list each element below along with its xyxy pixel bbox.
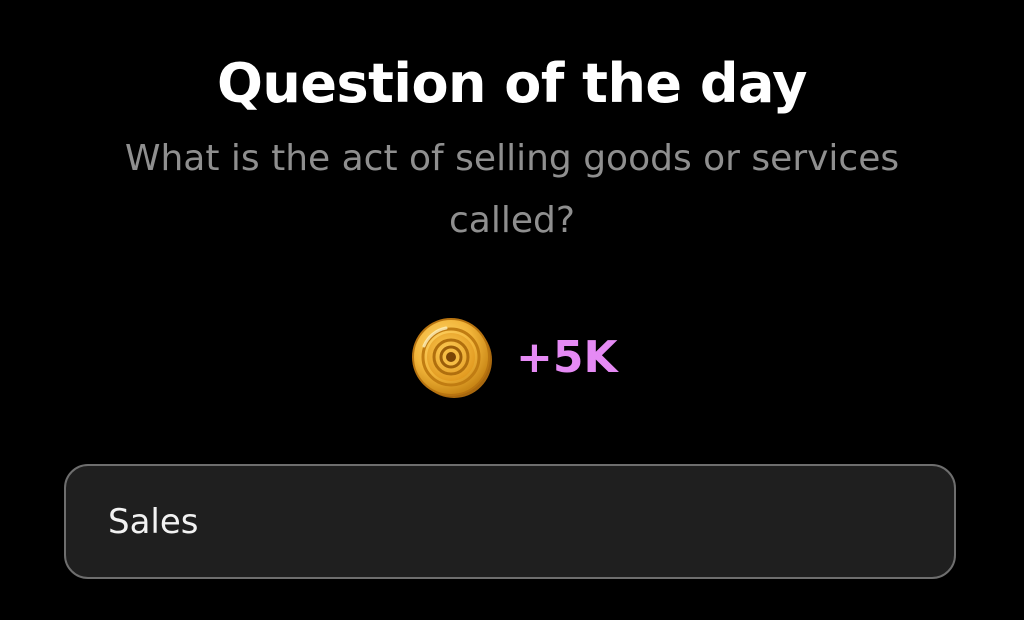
question-of-the-day-screen: Question of the day What is the act of s…	[0, 0, 1024, 620]
coin-icon	[412, 318, 492, 398]
question-text: What is the act of selling goods or serv…	[124, 138, 900, 241]
answer-option-sales[interactable]: Sales	[64, 464, 956, 579]
page-title: Question of the day	[217, 52, 807, 115]
answer-option-label: Sales	[108, 501, 199, 542]
reward-display: +5K	[410, 316, 618, 400]
reward-amount: +5K	[516, 332, 618, 383]
